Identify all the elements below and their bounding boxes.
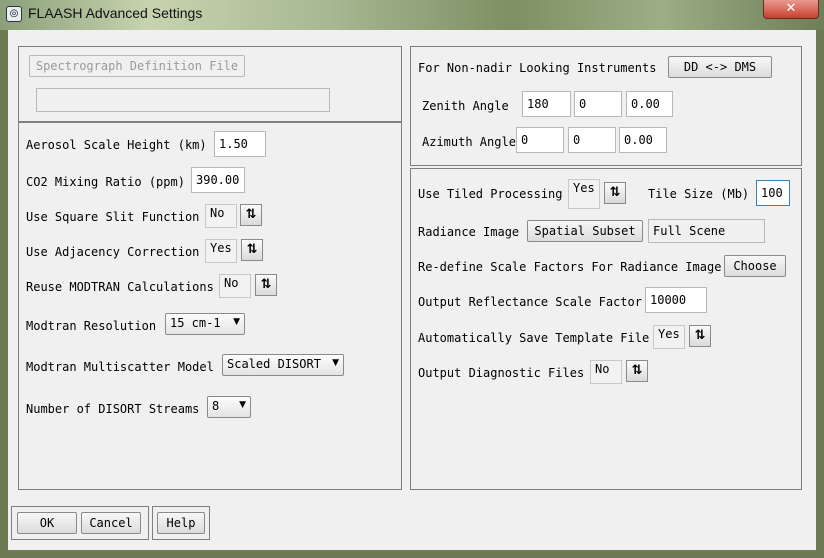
choose-button[interactable]: Choose [724, 255, 786, 277]
disort-streams-dropdown[interactable]: 8 ▼ [207, 396, 251, 418]
help-group: Help [152, 506, 210, 540]
chevron-down-icon: ▼ [332, 358, 339, 368]
adjacency-correction-value: Yes [205, 239, 237, 263]
square-slit-function-value: No [205, 204, 237, 228]
modtran-resolution-dropdown[interactable]: 15 cm-1 ▼ [165, 313, 245, 335]
diagnostic-files-toggle-icon[interactable]: ⇅ [626, 360, 648, 382]
chevron-down-icon: ▼ [233, 317, 240, 327]
adjacency-correction-label: Use Adjacency Correction [26, 245, 200, 259]
spectrograph-definition-file-button[interactable]: Spectrograph Definition File [29, 55, 245, 77]
processing-panel: Use Tiled Processing Yes ⇅ Tile Size (Mb… [410, 168, 802, 490]
tiled-processing-label: Use Tiled Processing [418, 187, 563, 201]
azimuth-angle-label: Azimuth Angle [422, 135, 516, 149]
spectrograph-file-field[interactable] [36, 88, 330, 112]
co2-mixing-ratio-label: CO2 Mixing Ratio (ppm) [26, 175, 185, 189]
multiscatter-model-value: Scaled DISORT [227, 357, 321, 371]
square-slit-toggle-icon[interactable]: ⇅ [240, 204, 262, 226]
zenith-angle-label: Zenith Angle [422, 99, 509, 113]
ok-cancel-group: OK Cancel [11, 506, 149, 540]
modtran-resolution-label: Modtran Resolution [26, 319, 157, 333]
disort-streams-value: 8 [212, 399, 220, 413]
reuse-modtran-toggle-icon[interactable]: ⇅ [255, 274, 277, 296]
azimuth-degrees-field[interactable]: 0 [516, 127, 564, 153]
save-template-toggle-icon[interactable]: ⇅ [689, 325, 711, 347]
aerosol-scale-height-label: Aerosol Scale Height (km) [26, 138, 207, 152]
cancel-button[interactable]: Cancel [81, 512, 141, 534]
close-button[interactable]: ✕ [763, 0, 819, 19]
save-template-label: Automatically Save Template File [418, 331, 650, 345]
co2-mixing-ratio-field[interactable]: 390.00 [191, 167, 245, 193]
azimuth-minutes-field[interactable]: 0 [568, 127, 616, 153]
atmosphere-settings-panel: Aerosol Scale Height (km) 1.50 CO2 Mixin… [18, 122, 402, 490]
ok-button[interactable]: OK [17, 512, 77, 534]
tiled-processing-value: Yes [568, 179, 600, 209]
app-icon: ◎ [6, 6, 22, 22]
reuse-modtran-label: Reuse MODTRAN Calculations [26, 280, 214, 294]
spectrograph-panel: Spectrograph Definition File [18, 46, 402, 122]
radiance-image-label: Radiance Image [418, 225, 520, 239]
square-slit-function-label: Use Square Slit Function [26, 210, 200, 224]
spatial-subset-button[interactable]: Spatial Subset [527, 220, 643, 242]
non-nadir-panel: For Non-nadir Looking Instruments DD <->… [410, 46, 802, 166]
zenith-minutes-field[interactable]: 0 [574, 91, 622, 117]
dialog-body: Spectrograph Definition File Aerosol Sca… [8, 30, 816, 550]
diagnostic-files-value: No [590, 360, 622, 384]
multiscatter-model-label: Modtran Multiscatter Model [26, 360, 214, 374]
tile-size-label: Tile Size (Mb) [648, 187, 750, 201]
disort-streams-label: Number of DISORT Streams [26, 402, 200, 416]
tiled-processing-toggle-icon[interactable]: ⇅ [604, 182, 626, 204]
redefine-scale-factors-label: Re-define Scale Factors For Radiance Ima… [418, 260, 722, 274]
tile-size-field[interactable]: 100 [756, 180, 790, 206]
diagnostic-files-label: Output Diagnostic Files [418, 366, 585, 380]
aerosol-scale-height-field[interactable]: 1.50 [214, 131, 266, 157]
zenith-degrees-field[interactable]: 180 [522, 91, 571, 117]
multiscatter-model-dropdown[interactable]: Scaled DISORT ▼ [222, 354, 344, 376]
reuse-modtran-value: No [219, 274, 251, 298]
title-bar: ◎ FLAASH Advanced Settings ✕ [0, 0, 824, 30]
save-template-value: Yes [653, 325, 685, 349]
help-button[interactable]: Help [157, 512, 205, 534]
zenith-seconds-field[interactable]: 0.00 [626, 91, 673, 117]
modtran-resolution-value: 15 cm-1 [170, 316, 221, 330]
reflectance-scale-factor-field[interactable]: 10000 [645, 287, 707, 313]
reflectance-scale-factor-label: Output Reflectance Scale Factor [418, 295, 642, 309]
dd-dms-button[interactable]: DD <-> DMS [668, 56, 772, 78]
window-title: FLAASH Advanced Settings [28, 5, 203, 21]
radiance-subset-field: Full Scene [648, 219, 765, 243]
adjacency-toggle-icon[interactable]: ⇅ [241, 239, 263, 261]
azimuth-seconds-field[interactable]: 0.00 [619, 127, 667, 153]
non-nadir-heading: For Non-nadir Looking Instruments [418, 61, 657, 75]
chevron-down-icon: ▼ [239, 400, 246, 410]
